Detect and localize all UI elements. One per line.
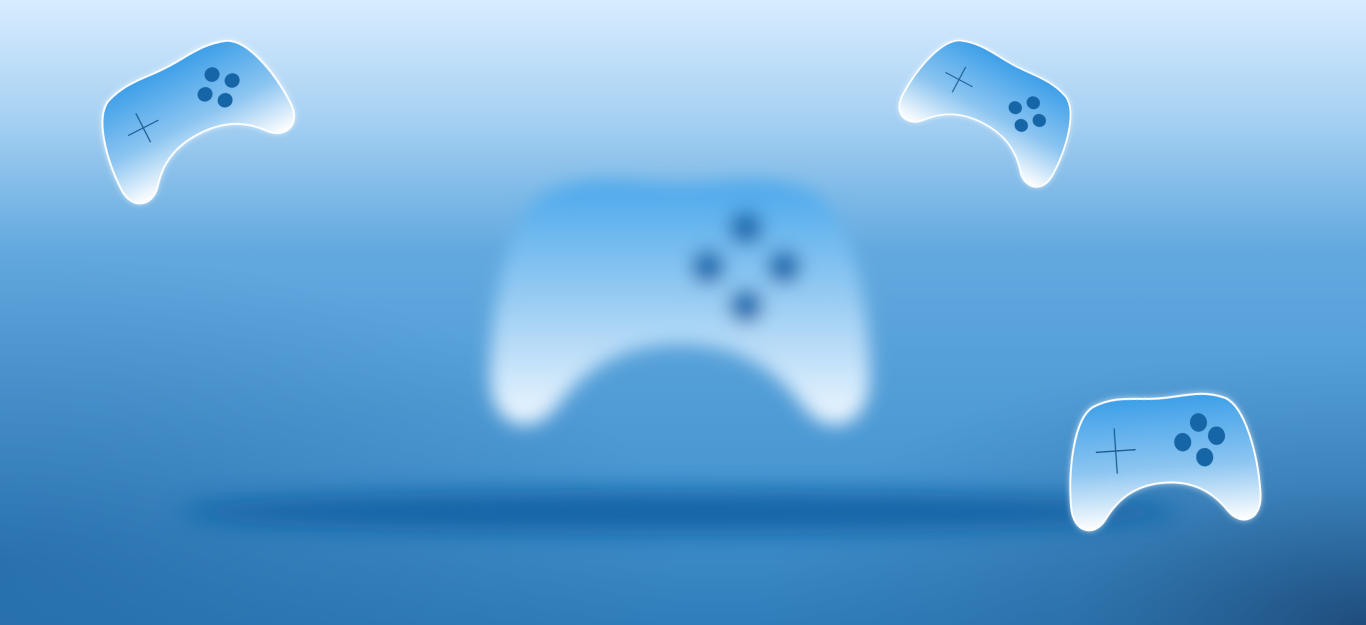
background-illustration (0, 0, 1366, 625)
shadow-band (180, 490, 1180, 534)
game-background-scene (0, 0, 1366, 625)
